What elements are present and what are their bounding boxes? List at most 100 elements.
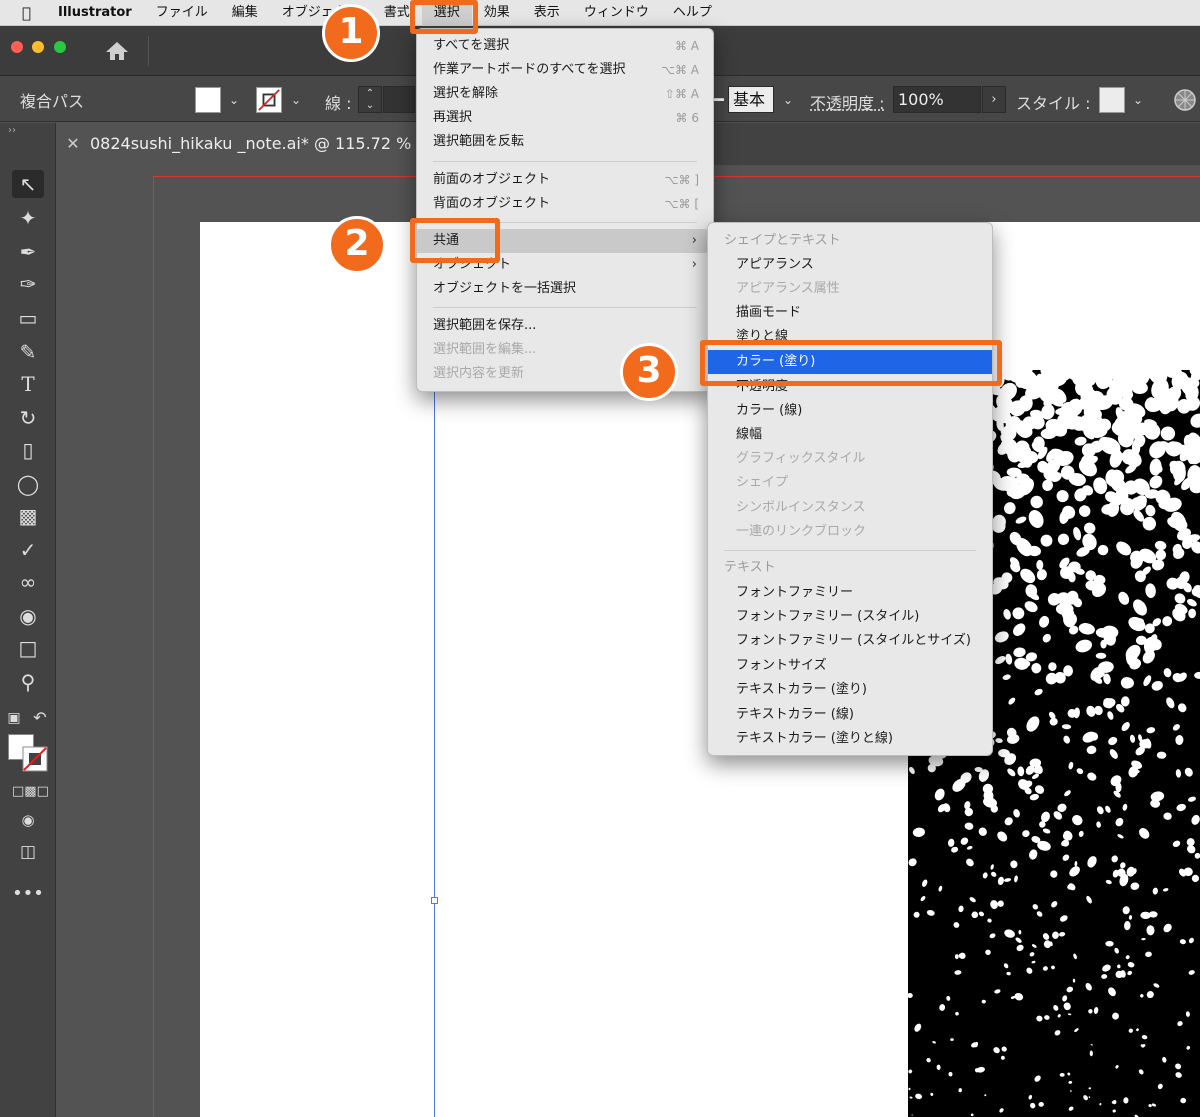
type-tool-icon[interactable]: T	[12, 370, 44, 398]
fill-swatch[interactable]	[195, 87, 221, 113]
recolor-artwork-icon[interactable]	[1173, 88, 1197, 112]
style-dropdown-chevron-icon[interactable]: ⌄	[1128, 87, 1148, 113]
swap-fill-stroke-icon[interactable]: ↶	[30, 704, 50, 732]
default-fill-stroke-icon[interactable]: ▣	[4, 704, 24, 732]
menu-effect[interactable]: 効果	[472, 0, 522, 26]
selection-tool-icon[interactable]: ↖	[12, 170, 44, 198]
highlight-box-same	[410, 218, 500, 263]
menu-item-inverse[interactable]: 選択範囲を反転	[417, 130, 713, 154]
menu-item-next-object-above[interactable]: 前面のオブジェクト ⌥⌘ ]	[417, 168, 713, 192]
menu-illustrator[interactable]: Illustrator	[44, 0, 144, 26]
submenu-header-shape-text: シェイプとテキスト	[724, 233, 841, 248]
opacity-label[interactable]: 不透明度 :	[810, 90, 884, 114]
stroke-profile-line-icon: ━	[714, 90, 724, 109]
more-tools-icon[interactable]: •••	[12, 880, 44, 908]
blend-tool-icon[interactable]: ∞	[12, 568, 44, 596]
shape-builder-tool-icon[interactable]: ◯	[12, 470, 44, 498]
close-window-button[interactable]	[11, 41, 23, 53]
submenu-item-link-block-series: 一連のリンクブロック	[736, 524, 867, 539]
screen-mode-icon[interactable]: ◫	[12, 838, 44, 866]
pen-tool-icon[interactable]: ✒	[12, 238, 44, 266]
menu-item-reselect[interactable]: 再選択 ⌘ 6	[417, 106, 713, 130]
menu-separator	[433, 161, 697, 162]
rotate-tool-icon[interactable]: ↻	[12, 404, 44, 432]
submenu-item-symbol-instance: シンボルインスタンス	[736, 500, 866, 515]
stroke-weight-label: 線 :	[325, 94, 352, 113]
eyedropper-tool-icon[interactable]: ✓	[12, 536, 44, 564]
menu-bar:  Illustrator ファイル 編集 オブジェクト 書式 選択 効果 表示…	[0, 0, 1200, 26]
color-mode-icon[interactable]: □▩□	[12, 778, 49, 806]
submenu-arrow-icon: ›	[691, 233, 697, 248]
close-tab-icon[interactable]: ✕	[56, 123, 90, 165]
step-badge-1: 1	[322, 4, 380, 62]
submenu-item-stroke-weight[interactable]: 線幅	[708, 423, 992, 447]
artboard-tool-icon[interactable]: □	[12, 634, 44, 662]
minimize-window-button[interactable]	[32, 41, 44, 53]
submenu-item-stroke-color[interactable]: カラー (線)	[708, 399, 992, 423]
anchor-point[interactable]	[431, 897, 438, 904]
curvature-tool-icon[interactable]: ✑	[12, 270, 44, 298]
menu-item-next-object-below[interactable]: 背面のオブジェクト ⌥⌘ [	[417, 192, 713, 216]
stroke-weight-input[interactable]	[383, 86, 415, 113]
stroke-swatch-none-icon[interactable]	[256, 87, 282, 113]
menu-view[interactable]: 表示	[522, 0, 572, 26]
menu-separator	[724, 550, 976, 551]
submenu-item-font-family-style-size[interactable]: フォントファミリー (スタイルとサイズ)	[708, 629, 992, 653]
submenu-item-blending-mode[interactable]: 描画モード	[708, 301, 992, 325]
symbol-sprayer-tool-icon[interactable]: ◉	[12, 602, 44, 630]
variable-width-profile-select[interactable]: 基本	[728, 86, 774, 113]
rectangle-tool-icon[interactable]: ▭	[12, 304, 44, 332]
highlight-box-select-menu	[410, 0, 478, 34]
submenu-item-font-size[interactable]: フォントサイズ	[708, 654, 992, 678]
submenu-item-font-family[interactable]: フォントファミリー	[708, 581, 992, 605]
divider	[148, 36, 149, 66]
submenu-header-text: テキスト	[724, 560, 776, 575]
fill-dropdown-chevron-icon[interactable]: ⌄	[224, 87, 244, 113]
document-tab[interactable]: ✕0824sushi_hikaku _note.ai* @ 115.72 % (…	[56, 123, 420, 165]
menu-window[interactable]: ウィンドウ	[572, 0, 661, 26]
gradient-tool-icon[interactable]: ▩	[12, 502, 44, 530]
submenu-item-appearance[interactable]: アピアランス	[708, 253, 992, 277]
stroke-dropdown-chevron-icon[interactable]: ⌄	[286, 87, 306, 113]
opacity-chevron-right-icon[interactable]: ›	[982, 86, 1006, 113]
stroke-weight-stepper[interactable]: ⌃ ⌄	[358, 86, 382, 113]
step-badge-3: 3	[620, 343, 678, 401]
menu-edit[interactable]: 編集	[220, 0, 270, 26]
zoom-tool-icon[interactable]: ⚲	[12, 668, 44, 696]
submenu-item-appearance-attribute: アピアランス属性	[736, 281, 840, 296]
submenu-item-text-fill-color[interactable]: テキストカラー (塗り)	[708, 678, 992, 702]
submenu-item-graphic-style: グラフィックスタイル	[736, 451, 866, 466]
menu-item-save-selection[interactable]: 選択範囲を保存...	[417, 314, 713, 338]
profile-dropdown-chevron-icon[interactable]: ⌄	[778, 87, 798, 113]
home-icon[interactable]	[104, 40, 130, 62]
paintbrush-tool-icon[interactable]: ✎	[12, 338, 44, 366]
apple-icon[interactable]: 	[22, 4, 44, 22]
panel-collapse-icon[interactable]: ››	[8, 125, 16, 136]
graphic-style-swatch[interactable]	[1099, 87, 1125, 113]
zoom-window-button[interactable]	[54, 41, 66, 53]
same-submenu: シェイプとテキスト アピアランス アピアランス属性 描画モード 塗りと線 カラー…	[707, 222, 993, 756]
speckle	[1055, 603, 1074, 615]
select-menu-dropdown: すべてを選択 ⌘ A 作業アートボードのすべてを選択 ⌥⌘ A 選択を解除 ⇧⌘ A …	[416, 28, 714, 392]
menu-file[interactable]: ファイル	[144, 0, 220, 26]
draw-mode-icon[interactable]: ◉	[12, 806, 44, 834]
menu-item-select-all-on-artboard[interactable]: 作業アートボードのすべてを選択 ⌥⌘ A	[417, 58, 713, 82]
submenu-item-shape: シェイプ	[736, 475, 789, 490]
highlight-box-fill-color	[700, 340, 1002, 386]
submenu-item-font-family-style[interactable]: フォントファミリー (スタイル)	[708, 605, 992, 629]
menu-item-start-global-edit[interactable]: オブジェクトを一括選択	[417, 277, 713, 301]
eraser-tool-icon[interactable]: ▯	[12, 436, 44, 464]
menu-item-deselect[interactable]: 選択を解除 ⇧⌘ A	[417, 82, 713, 106]
submenu-item-text-stroke-color[interactable]: テキストカラー (線)	[708, 703, 992, 727]
submenu-arrow-icon: ›	[691, 257, 697, 272]
stroke-none-icon[interactable]	[22, 746, 48, 772]
object-type-label: 複合パス	[20, 92, 85, 111]
menu-help[interactable]: ヘルプ	[661, 0, 724, 26]
menu-item-select-all[interactable]: すべてを選択 ⌘ A	[417, 34, 713, 58]
submenu-item-text-fill-and-stroke-color[interactable]: テキストカラー (塗りと線)	[708, 727, 992, 751]
magic-wand-tool-icon[interactable]: ✦	[12, 204, 44, 232]
document-tab-title: 0824sushi_hikaku _note.ai* @ 115.72 % (R…	[90, 134, 420, 153]
step-badge-2: 2	[328, 216, 386, 274]
opacity-input[interactable]: 100%	[893, 86, 981, 113]
style-label: スタイル :	[1016, 94, 1091, 113]
